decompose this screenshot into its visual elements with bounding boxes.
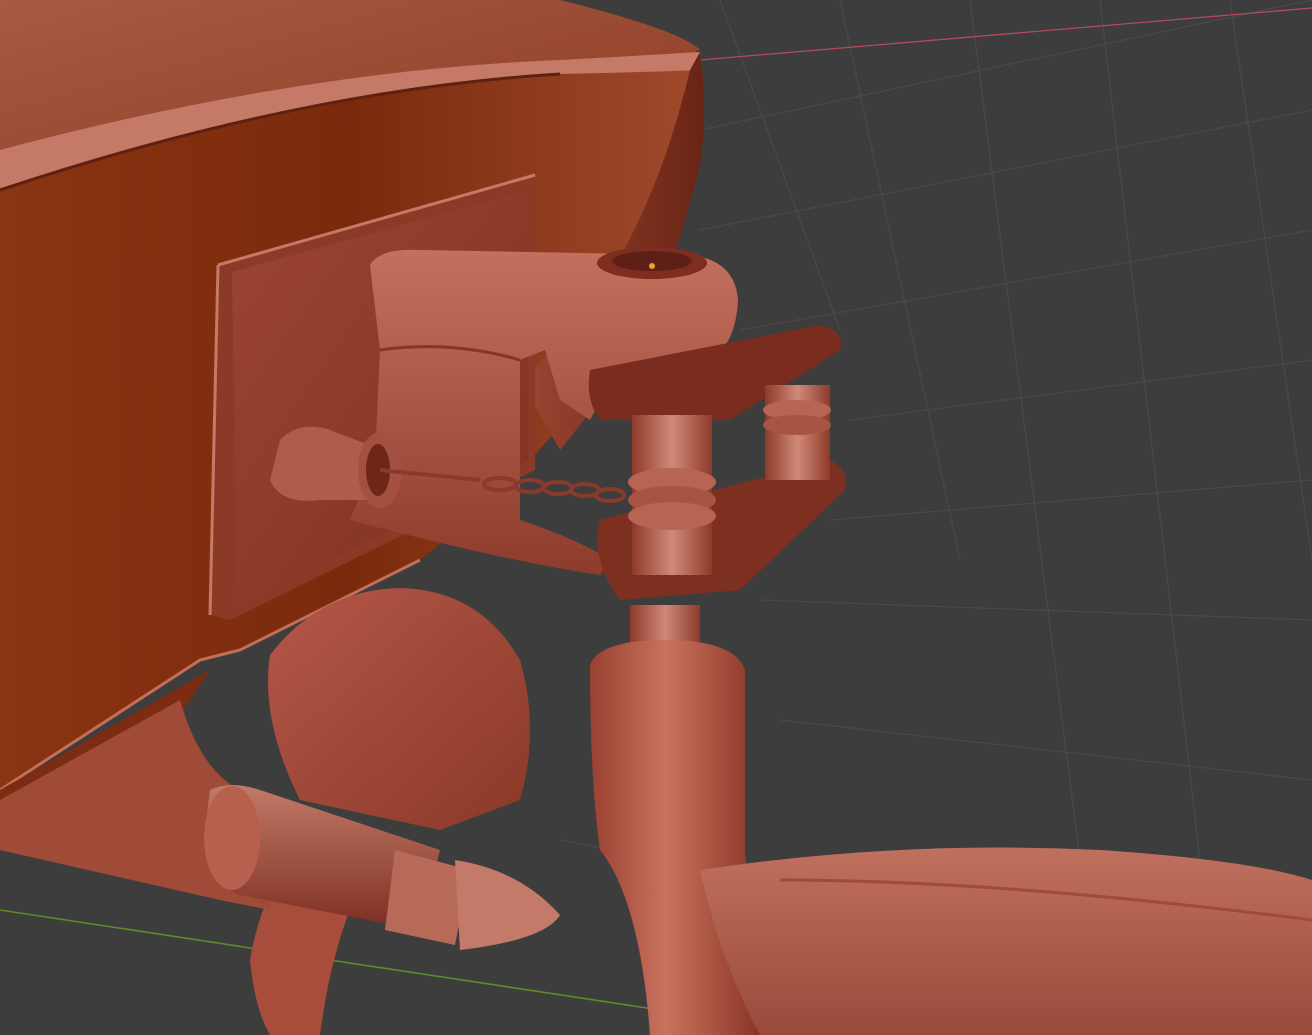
prop-cone[interactable]: [455, 860, 560, 950]
x-axis-line: [699, 7, 1312, 61]
3d-viewport[interactable]: [0, 0, 1312, 1035]
viewport-canvas[interactable]: [0, 0, 1312, 1035]
origin-marker: [649, 263, 655, 269]
rudder-blade[interactable]: [700, 847, 1312, 1035]
cleat[interactable]: [270, 426, 402, 508]
